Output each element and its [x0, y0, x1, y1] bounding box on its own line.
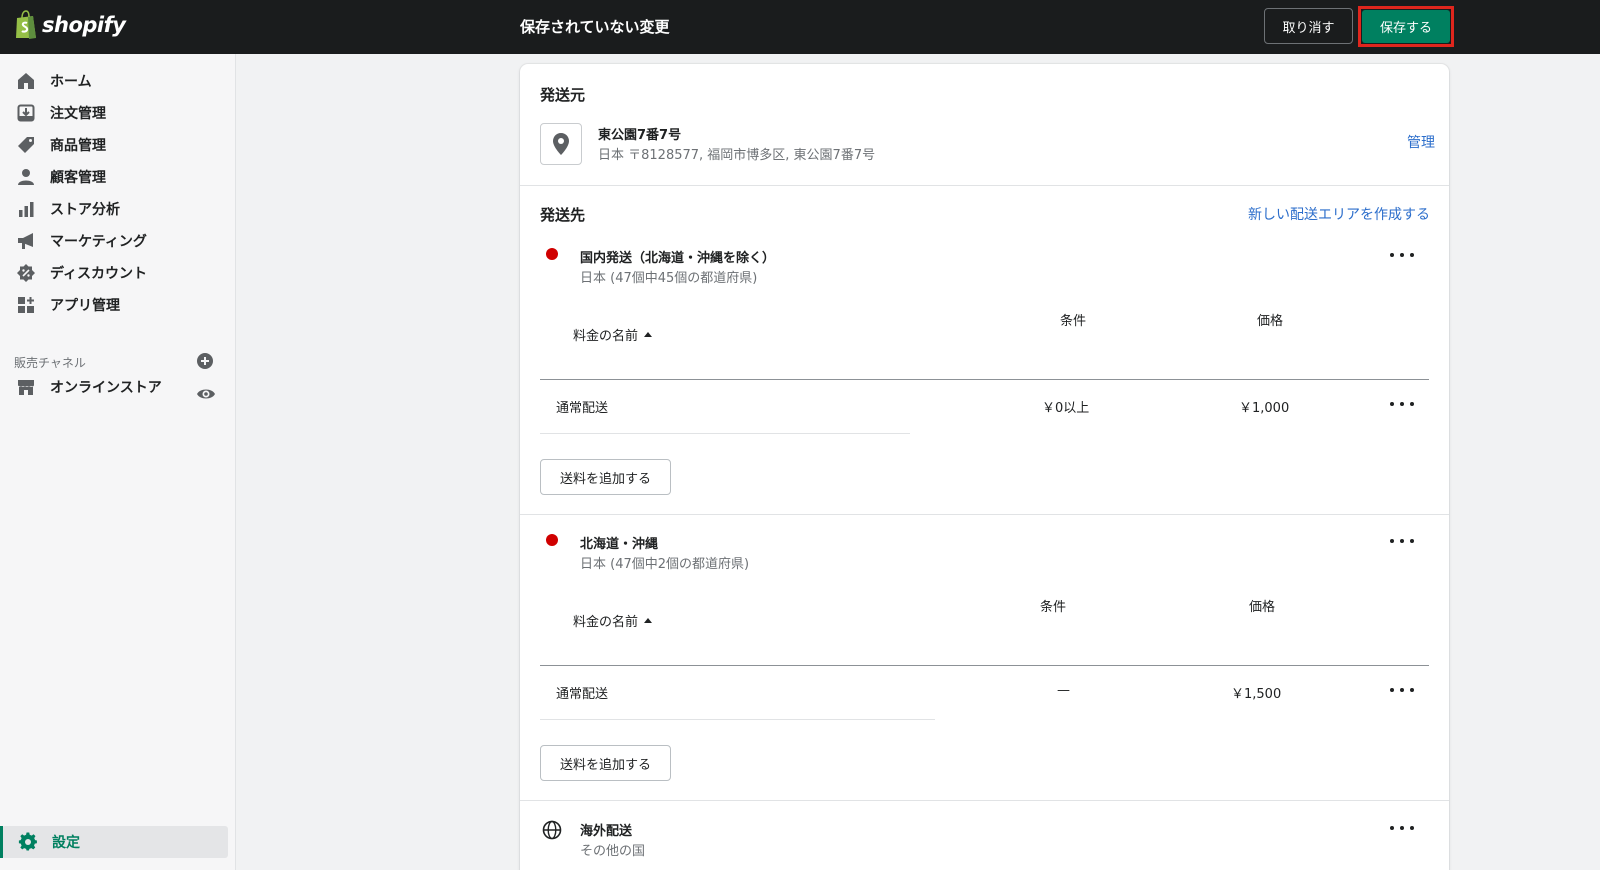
- brand-name: shopify: [42, 13, 126, 37]
- zone-more-actions-icon[interactable]: [1390, 248, 1414, 262]
- condition-column-header: 条件: [1060, 314, 1087, 329]
- apps-icon: [16, 295, 36, 315]
- location-address: 日本 〒8128577, 福岡市博多区, 東公園7番7号: [598, 148, 876, 163]
- condition-column-header: 条件: [1040, 600, 1067, 615]
- location-pin-icon: [540, 123, 582, 165]
- zone-subtitle: 日本 (47個中2個の都道府県): [580, 557, 750, 572]
- sidebar-item-label: マーケティング: [50, 234, 147, 250]
- sidebar-item-home[interactable]: ホーム: [16, 66, 226, 96]
- rate-more-actions-icon[interactable]: [1390, 683, 1414, 697]
- orders-icon: [16, 103, 36, 123]
- rate-more-actions-icon[interactable]: [1390, 397, 1414, 411]
- sidebar-item-label: 顧客管理: [50, 170, 106, 186]
- shipping-profile-card: 発送元 東公園7番7号 日本 〒8128577, 福岡市博多区, 東公園7番7号…: [520, 64, 1449, 870]
- zone-name: 国内発送（北海道・沖縄を除く）: [580, 251, 776, 266]
- tag-icon: [16, 135, 36, 155]
- sidebar-item-label: アプリ管理: [50, 298, 120, 314]
- add-channel-icon[interactable]: [196, 352, 214, 370]
- price-column-header: 価格: [1257, 314, 1284, 329]
- rate-price-cell: ￥1,000: [1239, 401, 1290, 416]
- sidebar-item-discounts[interactable]: ディスカウント: [16, 258, 226, 288]
- discard-button[interactable]: 取り消す: [1264, 8, 1353, 44]
- sidebar: ホーム 注文管理 商品管理 顧客管理 ストア分析 マーケティング ディスカウント…: [0, 54, 236, 870]
- sort-ascending-icon: [644, 618, 653, 623]
- shipping-to-heading: 発送先: [540, 206, 586, 224]
- sidebar-item-customers[interactable]: 顧客管理: [16, 162, 226, 192]
- zone-name: 海外配送: [580, 824, 633, 839]
- sidebar-item-label: ストア分析: [50, 202, 120, 218]
- sidebar-item-settings[interactable]: 設定: [2, 826, 228, 858]
- zone-more-actions-icon[interactable]: [1390, 821, 1414, 835]
- table-header-rule: [540, 665, 1429, 666]
- sidebar-item-label: オンラインストア: [50, 380, 162, 396]
- zone-subtitle: 日本 (47個中45個の都道府県): [580, 271, 758, 286]
- save-button[interactable]: 保存する: [1362, 10, 1450, 43]
- top-bar: shopify 保存されていない変更 取り消す 保存する: [0, 0, 1600, 54]
- sidebar-item-apps[interactable]: アプリ管理: [16, 290, 226, 320]
- sidebar-item-label: ディスカウント: [50, 266, 148, 282]
- row-divider: [540, 433, 910, 434]
- gear-icon: [18, 832, 38, 852]
- japan-flag-icon: [546, 534, 558, 546]
- location-name: 東公園7番7号: [598, 128, 682, 143]
- sort-ascending-icon: [644, 332, 653, 337]
- row-divider: [540, 719, 935, 720]
- home-icon: [16, 71, 36, 91]
- rate-condition-cell: —: [1057, 683, 1070, 698]
- table-header-rule: [540, 379, 1429, 380]
- sidebar-item-marketing[interactable]: マーケティング: [16, 226, 226, 256]
- sidebar-item-products[interactable]: 商品管理: [16, 130, 226, 160]
- rate-condition-cell: ￥0以上: [1042, 401, 1090, 416]
- shopify-bag-icon: [16, 10, 36, 39]
- globe-icon: [542, 820, 562, 840]
- section-divider: [520, 514, 1449, 515]
- analytics-icon: [16, 199, 36, 219]
- eye-icon[interactable]: [196, 384, 216, 404]
- rate-name-cell: 通常配送: [556, 401, 609, 416]
- zone-more-actions-icon[interactable]: [1390, 534, 1414, 548]
- japan-flag-icon: [546, 248, 558, 260]
- shopify-logo[interactable]: shopify: [14, 10, 126, 40]
- sidebar-item-label: ホーム: [50, 74, 92, 90]
- section-divider: [520, 800, 1449, 801]
- discount-icon: [16, 263, 36, 283]
- price-column-header: 価格: [1249, 600, 1276, 615]
- rate-price-cell: ￥1,500: [1231, 687, 1282, 702]
- sidebar-item-orders[interactable]: 注文管理: [16, 98, 226, 128]
- rate-name-column-header[interactable]: 料金の名前: [573, 325, 653, 344]
- zone-subtitle: その他の国: [580, 844, 646, 859]
- rate-name-header-label: 料金の名前: [573, 615, 639, 630]
- add-rate-button[interactable]: 送料を追加する: [540, 459, 671, 495]
- zone-name: 北海道・沖縄: [580, 537, 659, 552]
- sidebar-item-analytics[interactable]: ストア分析: [16, 194, 226, 224]
- shipping-origin-heading: 発送元: [540, 86, 586, 104]
- sales-channels-heading: 販売チャネル: [14, 356, 86, 370]
- rate-name-header-label: 料金の名前: [573, 329, 639, 344]
- rate-name-cell: 通常配送: [556, 687, 609, 702]
- unsaved-changes-title: 保存されていない変更: [520, 18, 670, 36]
- sidebar-item-label: 商品管理: [50, 138, 106, 154]
- create-zone-link[interactable]: 新しい配送エリアを作成する: [1248, 204, 1430, 224]
- active-indicator: [0, 826, 3, 858]
- store-icon: [16, 377, 36, 397]
- manage-location-link[interactable]: 管理: [1407, 132, 1435, 152]
- sidebar-item-label: 設定: [52, 835, 80, 851]
- megaphone-icon: [16, 231, 36, 251]
- sidebar-item-label: 注文管理: [50, 106, 106, 122]
- rate-name-column-header[interactable]: 料金の名前: [573, 611, 653, 630]
- add-rate-button[interactable]: 送料を追加する: [540, 745, 671, 781]
- sidebar-item-online-store[interactable]: オンラインストア: [16, 372, 186, 402]
- customer-icon: [16, 167, 36, 187]
- section-divider: [520, 185, 1449, 186]
